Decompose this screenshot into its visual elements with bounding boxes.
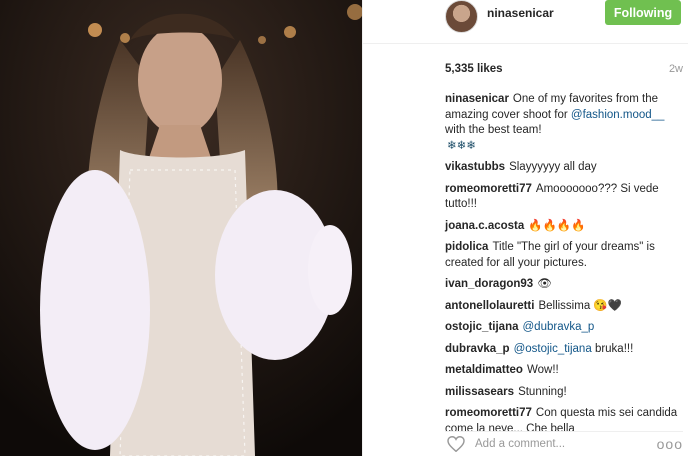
add-comment-input[interactable] bbox=[475, 438, 657, 450]
comment-text: bruka!!! bbox=[594, 342, 634, 355]
comment-username[interactable]: antonellolauretti bbox=[445, 300, 534, 312]
comment-footer: ooo bbox=[445, 431, 683, 456]
post-side-panel: ninasenicar Following 5,335 likes 2w nin… bbox=[362, 0, 688, 456]
comment-mention[interactable]: @ostojic_tijana bbox=[514, 343, 592, 355]
caption-username[interactable]: ninasenicar bbox=[445, 93, 509, 105]
heart-outline-icon[interactable] bbox=[445, 433, 467, 455]
comment-item: pidolica Title "The girl of your dreams" … bbox=[445, 240, 683, 271]
post-photo[interactable] bbox=[0, 0, 362, 456]
comment-item: dubravka_p @ostojic_tijana bruka!!! bbox=[445, 342, 683, 358]
comment-username[interactable]: metaldimatteo bbox=[445, 364, 523, 376]
comment-username[interactable]: vikastubbs bbox=[445, 161, 505, 173]
likes-row: 5,335 likes 2w bbox=[445, 60, 683, 78]
comment-item: ivan_doragon93 👁 bbox=[445, 277, 683, 293]
following-button[interactable]: Following bbox=[605, 0, 681, 25]
comment-username[interactable]: ostojic_tijana bbox=[445, 321, 519, 333]
comment-item: antonellolauretti Bellissima 😘🖤 bbox=[445, 299, 683, 315]
likes-count[interactable]: 5,335 likes bbox=[445, 63, 503, 75]
comment-text: 🔥🔥🔥🔥 bbox=[528, 219, 586, 232]
comment-username[interactable]: romeomoretti77 bbox=[445, 183, 532, 195]
comment-text: Stunning! bbox=[518, 385, 567, 398]
comment-item: metaldimatteo Wow!! bbox=[445, 363, 683, 379]
caption-mention[interactable]: @fashion.mood__ bbox=[571, 109, 665, 121]
comment-mention[interactable]: @dubravka_p bbox=[523, 321, 595, 333]
comment-item: joana.c.acosta 🔥🔥🔥🔥 bbox=[445, 219, 683, 235]
comment-item: ostojic_tijana @dubravka_p bbox=[445, 320, 683, 336]
photo-illustration bbox=[0, 0, 362, 456]
comment-item: romeomoretti77 Amooooooo??? Si vede tutto… bbox=[445, 182, 683, 213]
comment-username[interactable]: pidolica bbox=[445, 241, 488, 253]
caption-emoji: ❄❄❄ bbox=[447, 139, 476, 152]
comment-username[interactable]: joana.c.acosta bbox=[445, 220, 524, 232]
comment-username[interactable]: ivan_doragon93 bbox=[445, 278, 533, 290]
caption-text-after: with the best team! bbox=[445, 124, 542, 136]
post-username[interactable]: ninasenicar bbox=[487, 6, 554, 20]
comment-text: Bellissima 😘🖤 bbox=[538, 299, 623, 312]
post-age[interactable]: 2w bbox=[669, 63, 683, 75]
comment-list: ninasenicar One of my favorites from the … bbox=[445, 92, 683, 443]
comment-username[interactable]: dubravka_p bbox=[445, 343, 510, 355]
comment-username[interactable]: romeomoretti77 bbox=[445, 407, 532, 419]
comment-item: milissasears Stunning! bbox=[445, 385, 683, 401]
comment-text: 👁 bbox=[537, 278, 552, 290]
comment-text: Slayyyyyy all day bbox=[509, 161, 597, 173]
caption: ninasenicar One of my favorites from the … bbox=[445, 92, 683, 154]
comment-item: vikastubbs Slayyyyyy all day bbox=[445, 160, 683, 176]
comment-username[interactable]: milissasears bbox=[445, 386, 514, 398]
post-header: ninasenicar Following bbox=[363, 0, 688, 44]
comment-text: Wow!! bbox=[526, 364, 559, 376]
avatar[interactable] bbox=[445, 0, 478, 33]
more-options-icon[interactable]: ooo bbox=[657, 436, 683, 452]
